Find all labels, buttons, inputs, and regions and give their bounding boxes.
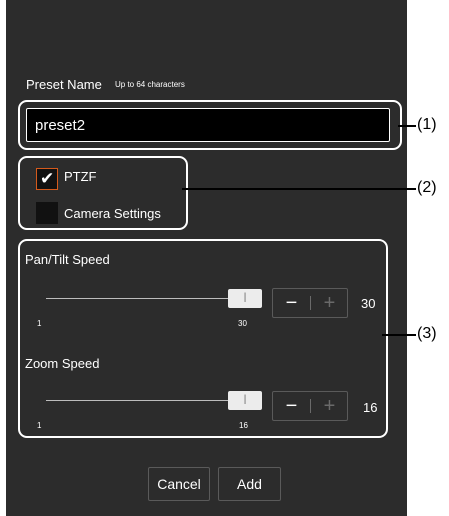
callout-label-2: (2) xyxy=(417,179,437,196)
zoom-slider-track[interactable] xyxy=(46,400,234,401)
callout-line-2 xyxy=(182,188,416,190)
zoom-min-label: 1 xyxy=(37,421,42,430)
zoom-value: 16 xyxy=(363,400,378,415)
add-button[interactable]: Add xyxy=(218,467,281,501)
camera-settings-checkbox[interactable] xyxy=(36,202,58,224)
pan-tilt-value: 30 xyxy=(361,296,376,311)
pan-tilt-increase-button[interactable]: + xyxy=(311,289,348,317)
zoom-increase-button[interactable]: + xyxy=(311,392,348,420)
zoom-stepper: − + xyxy=(272,391,348,421)
camera-settings-label: Camera Settings xyxy=(64,206,161,221)
pan-tilt-min-label: 1 xyxy=(37,319,42,328)
zoom-speed-label: Zoom Speed xyxy=(25,356,100,371)
callout-line-1 xyxy=(398,125,416,127)
zoom-decrease-button[interactable]: − xyxy=(273,392,310,420)
callout-label-1: (1) xyxy=(417,116,437,133)
callout-line-3 xyxy=(382,334,416,336)
callout-label-3: (3) xyxy=(417,325,437,342)
preset-name-input[interactable] xyxy=(26,108,390,142)
preset-name-hint: Up to 64 characters xyxy=(115,80,185,89)
pan-tilt-decrease-button[interactable]: − xyxy=(273,289,310,317)
preset-name-label: Preset Name xyxy=(26,77,102,92)
zoom-slider-thumb[interactable]: | xyxy=(228,391,262,410)
ptzf-label: PTZF xyxy=(64,169,97,184)
callout-frame-3: Pan/Tilt Speed | 1 30 − + 30 Zoom Speed … xyxy=(18,239,388,438)
pan-tilt-slider-thumb[interactable]: | xyxy=(228,289,262,308)
callout-frame-1 xyxy=(18,100,402,150)
callout-frame-2: ✔ PTZF Camera Settings xyxy=(18,156,188,230)
pan-tilt-speed-label: Pan/Tilt Speed xyxy=(25,252,110,267)
ptzf-checkbox[interactable]: ✔ xyxy=(36,168,58,190)
cancel-button[interactable]: Cancel xyxy=(148,467,210,501)
zoom-max-label: 16 xyxy=(239,421,248,430)
checkmark-icon: ✔ xyxy=(40,169,55,189)
pan-tilt-stepper: − + xyxy=(272,288,348,318)
add-preset-dialog: Preset Name Up to 64 characters ✔ PTZF C… xyxy=(6,0,407,516)
pan-tilt-slider-track[interactable] xyxy=(46,298,234,299)
pan-tilt-max-label: 30 xyxy=(238,319,247,328)
